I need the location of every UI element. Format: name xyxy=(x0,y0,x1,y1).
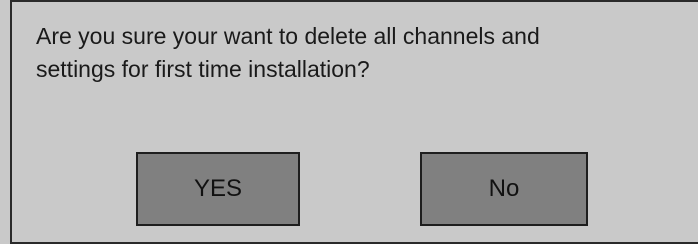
dialog-message-line2: settings for first time installation? xyxy=(36,56,370,82)
no-button[interactable]: No xyxy=(420,152,588,226)
dialog-message: Are you sure your want to delete all cha… xyxy=(36,20,696,86)
yes-button[interactable]: YES xyxy=(136,152,300,226)
confirm-delete-dialog: Are you sure your want to delete all cha… xyxy=(10,0,698,244)
dialog-message-line1: Are you sure your want to delete all cha… xyxy=(36,23,540,49)
